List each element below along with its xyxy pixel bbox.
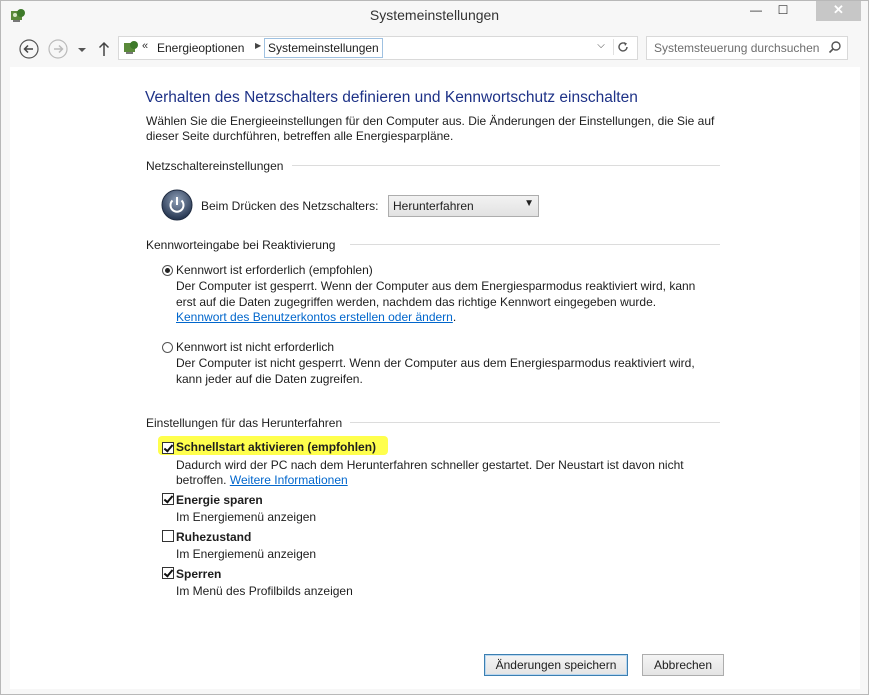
address-bar[interactable]: « Energieoptionen ▶ Systemeinstellungen … xyxy=(118,36,638,60)
power-section-heading: Netzschaltereinstellungen xyxy=(146,159,284,173)
page-title: Verhalten des Netzschalters definieren u… xyxy=(145,89,638,106)
power-button-label: Beim Drücken des Netzschalters: xyxy=(201,199,379,213)
breadcrumb-separator-icon[interactable]: ▶ xyxy=(255,41,261,50)
search-input[interactable]: Systemsteuerung durchsuchen xyxy=(646,36,848,60)
window: Systemeinstellungen — ☐ ✕ « Energieoptio xyxy=(0,0,869,695)
checkbox-hibernate[interactable] xyxy=(162,530,174,542)
fast-startup-label[interactable]: Schnellstart aktivieren (empfohlen) xyxy=(176,440,376,454)
breadcrumb-overflow[interactable]: « xyxy=(142,40,148,52)
link-suffix: . xyxy=(452,310,457,324)
password-section-heading: Kennworteingabe bei Reaktivierung xyxy=(146,238,336,252)
lock-label[interactable]: Sperren xyxy=(176,567,221,581)
chevron-down-icon[interactable]: ⌵ xyxy=(594,40,608,54)
radio-password-not-required[interactable] xyxy=(162,342,173,353)
create-password-link[interactable]: Kennwort des Benutzerkontos erstellen od… xyxy=(176,310,453,324)
up-arrow-icon[interactable] xyxy=(96,38,112,60)
password-not-required-label[interactable]: Kennwort ist nicht erforderlich xyxy=(176,340,334,354)
sleep-label[interactable]: Energie sparen xyxy=(176,493,263,507)
back-arrow-icon[interactable] xyxy=(18,38,40,60)
shutdown-section-heading: Einstellungen für das Herunterfahren xyxy=(146,416,343,430)
checkbox-fast-startup[interactable] xyxy=(162,442,174,454)
power-button-icon xyxy=(161,189,193,221)
chevron-down-icon: ▼ xyxy=(524,198,534,209)
fast-startup-description: Dadurch wird der PC nach dem Herunterfah… xyxy=(176,458,706,488)
divider xyxy=(292,165,720,166)
minimize-button[interactable]: — xyxy=(742,1,770,21)
divider xyxy=(350,422,720,423)
password-required-text: Der Computer ist gesperrt. Wenn der Comp… xyxy=(176,279,696,309)
password-required-label[interactable]: Kennwort ist erforderlich (empfohlen) xyxy=(176,263,373,277)
forward-arrow-icon[interactable] xyxy=(47,38,69,60)
control-panel-icon xyxy=(124,41,138,54)
checkbox-sleep[interactable] xyxy=(162,493,174,505)
navigation-bar: « Energieoptionen ▶ Systemeinstellungen … xyxy=(1,31,868,67)
save-button[interactable]: Änderungen speichern xyxy=(484,654,628,676)
intro-text: Wählen Sie die Energieeinstellungen für … xyxy=(146,114,715,143)
divider xyxy=(350,244,720,245)
breadcrumb-energieoptionen[interactable]: Energieoptionen xyxy=(157,41,244,55)
cancel-button[interactable]: Abbrechen xyxy=(642,654,724,676)
breadcrumb-systemeinstellungen[interactable]: Systemeinstellungen xyxy=(264,38,383,58)
search-placeholder: Systemsteuerung durchsuchen xyxy=(654,41,820,55)
power-action-value: Herunterfahren xyxy=(393,199,474,213)
search-icon[interactable] xyxy=(828,40,842,54)
hibernate-label[interactable]: Ruhezustand xyxy=(176,530,251,544)
hibernate-description: Im Energiemenü anzeigen xyxy=(176,547,317,561)
radio-password-required[interactable] xyxy=(162,265,173,276)
window-title: Systemeinstellungen xyxy=(369,7,500,23)
sleep-description: Im Energiemenü anzeigen xyxy=(176,510,317,524)
main-content: Verhalten des Netzschalters definieren u… xyxy=(10,67,860,689)
password-not-required-description: Der Computer ist nicht gesperrt. Wenn de… xyxy=(176,356,695,386)
title-bar: Systemeinstellungen — ☐ ✕ xyxy=(1,1,868,31)
recent-locations-icon[interactable] xyxy=(76,39,88,61)
refresh-icon[interactable] xyxy=(613,39,632,55)
checkbox-lock[interactable] xyxy=(162,567,174,579)
power-action-select[interactable]: Herunterfahren ▼ xyxy=(388,195,539,217)
maximize-button[interactable]: ☐ xyxy=(769,1,797,21)
password-required-description: Der Computer ist gesperrt. Wenn der Comp… xyxy=(176,279,706,326)
more-info-link[interactable]: Weitere Informationen xyxy=(230,473,348,487)
lock-description: Im Menü des Profilbilds anzeigen xyxy=(176,584,353,598)
close-button[interactable]: ✕ xyxy=(816,1,861,21)
